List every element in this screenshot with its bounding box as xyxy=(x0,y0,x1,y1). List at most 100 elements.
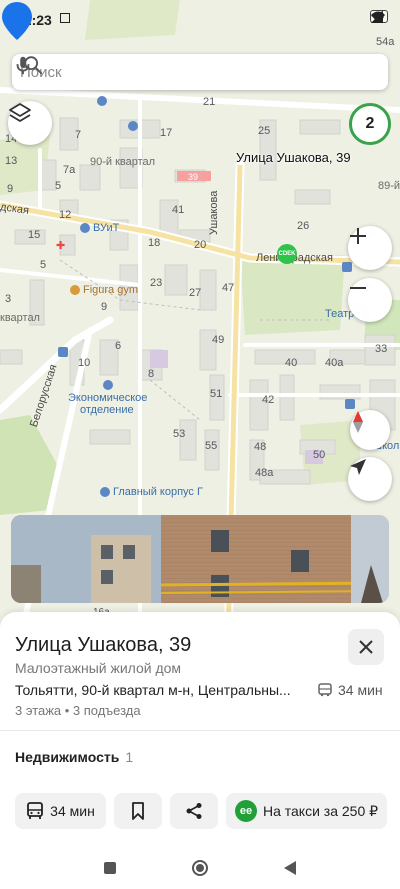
close-button[interactable] xyxy=(348,629,384,665)
route-button[interactable]: 34 мин xyxy=(15,793,106,829)
place-category: Малоэтажный жилой дом xyxy=(15,660,182,676)
building-number: 27 xyxy=(189,287,202,299)
building-number: 7 xyxy=(75,129,82,141)
my-location-button[interactable] xyxy=(348,457,392,501)
minus-icon xyxy=(350,287,366,289)
building-number: 10 xyxy=(78,357,91,369)
building-number: 51 xyxy=(210,388,223,400)
poi-vuit[interactable]: ВУиТ xyxy=(80,222,119,234)
search-input[interactable] xyxy=(20,63,388,81)
building-number: 15 xyxy=(28,229,41,241)
realty-section[interactable]: Недвижимость 1 xyxy=(15,749,133,765)
share-icon xyxy=(186,803,202,819)
pin-label: Улица Ушакова, 39 xyxy=(236,150,351,165)
place-address[interactable]: Тольятти, 90-й квартал м-н, Центральны..… xyxy=(15,682,315,698)
back-icon[interactable] xyxy=(283,860,297,876)
bus-stop-icon[interactable] xyxy=(342,262,352,272)
place-card[interactable]: Улица Ушакова, 39 Малоэтажный жилой дом … xyxy=(0,612,400,847)
transit-time[interactable]: 34 мин xyxy=(318,682,383,698)
building-number: 12 xyxy=(59,209,72,221)
zoom-in-button[interactable] xyxy=(348,226,392,270)
place-title: Улица Ушакова, 39 xyxy=(15,634,192,656)
zoom-out-button[interactable] xyxy=(348,278,392,322)
poi-econ-label-1: Экономическое xyxy=(68,392,148,404)
upload-icon xyxy=(60,13,70,23)
university-icon xyxy=(80,223,90,233)
building-number: 9 xyxy=(101,301,108,313)
compass-icon xyxy=(353,411,363,433)
location-pin-icon[interactable] xyxy=(0,0,34,42)
recent-apps-icon[interactable] xyxy=(103,861,117,875)
bus-stop-icon[interactable] xyxy=(58,347,68,357)
building-number: 26 xyxy=(297,220,310,232)
district-label: 89-й xyxy=(378,180,400,192)
university-icon xyxy=(100,487,110,497)
bookmark-button[interactable] xyxy=(114,793,162,829)
building-number: 47 xyxy=(222,282,235,294)
building-number: 17 xyxy=(160,127,173,139)
building-number: 50 xyxy=(313,449,326,461)
building-number: 49 xyxy=(212,334,225,346)
building-number: 7a xyxy=(63,164,76,176)
share-button[interactable] xyxy=(170,793,218,829)
layers-icon xyxy=(9,103,31,122)
district-label: квартал xyxy=(0,312,40,324)
building-number: 42 xyxy=(262,394,275,406)
home-icon[interactable] xyxy=(191,859,209,877)
building-photo xyxy=(11,515,389,603)
bus-stop-icon[interactable] xyxy=(345,399,355,409)
poi-dot-icon[interactable] xyxy=(97,96,107,106)
building-number: 33 xyxy=(375,343,388,355)
bus-icon xyxy=(318,683,332,697)
microphone-icon[interactable] xyxy=(12,54,34,76)
building-number: 5 xyxy=(40,259,47,271)
plus-icon xyxy=(350,228,366,244)
navigation-arrow-icon xyxy=(350,459,366,475)
map-view[interactable]: 21 25 17 14 39 7 12 41 26 15 18 20 23 47… xyxy=(0,0,400,640)
transit-time-label: 34 мин xyxy=(338,682,383,698)
poi-econ-label-2: отделение xyxy=(80,404,134,416)
gym-icon xyxy=(70,285,80,295)
building-number: 40 xyxy=(285,357,298,369)
map-counter-badge[interactable]: 2 xyxy=(349,103,391,145)
bus-icon xyxy=(27,802,44,819)
building-number: 20 xyxy=(194,239,207,251)
search-bar[interactable] xyxy=(12,54,388,90)
building-number: 48a xyxy=(255,467,274,479)
building-number: 39 xyxy=(188,172,199,182)
building-number: 8 xyxy=(148,368,155,380)
poi-dot-icon[interactable] xyxy=(128,121,138,131)
building-number: 5 xyxy=(55,180,62,192)
building-number: 18 xyxy=(148,237,161,249)
status-icons: 56 xyxy=(369,10,388,23)
pharmacy-icon[interactable]: ✚ xyxy=(56,239,65,252)
route-time-label: 34 мин xyxy=(50,803,95,819)
district-label: 90-й квартал xyxy=(90,156,156,168)
building-number: 23 xyxy=(150,277,163,289)
taxi-price-label: На такси за 250 ₽ xyxy=(262,802,379,819)
realty-label: Недвижимость xyxy=(15,749,120,765)
university-icon xyxy=(103,380,113,390)
close-icon xyxy=(359,640,373,654)
building-number: 21 xyxy=(203,96,216,108)
building-number: 6 xyxy=(115,340,122,352)
building-number: 41 xyxy=(172,204,185,216)
poi-figura-gym[interactable]: Figura gym xyxy=(70,284,138,296)
taxi-button[interactable]: ее На такси за 250 ₽ xyxy=(226,793,387,829)
building-number: 25 xyxy=(258,125,271,137)
compass-button[interactable] xyxy=(350,410,390,450)
taxi-logo-icon: ее xyxy=(234,800,257,822)
street-label-ushakova: Ушакова xyxy=(208,190,220,235)
wifi-icon xyxy=(370,11,385,23)
building-photos[interactable] xyxy=(11,515,389,603)
divider xyxy=(0,730,400,731)
building-number: 9 xyxy=(7,183,14,195)
poi-main-building[interactable]: Главный корпус Г xyxy=(100,486,203,498)
building-number: 48 xyxy=(254,441,267,453)
building-number: 13 xyxy=(5,155,18,167)
poi-econ-icon-wrap[interactable] xyxy=(103,380,113,390)
building-number: 53 xyxy=(173,428,186,440)
bookmark-icon xyxy=(132,802,144,820)
layers-button[interactable] xyxy=(8,101,52,145)
cdek-icon[interactable]: CDEK xyxy=(277,244,297,264)
